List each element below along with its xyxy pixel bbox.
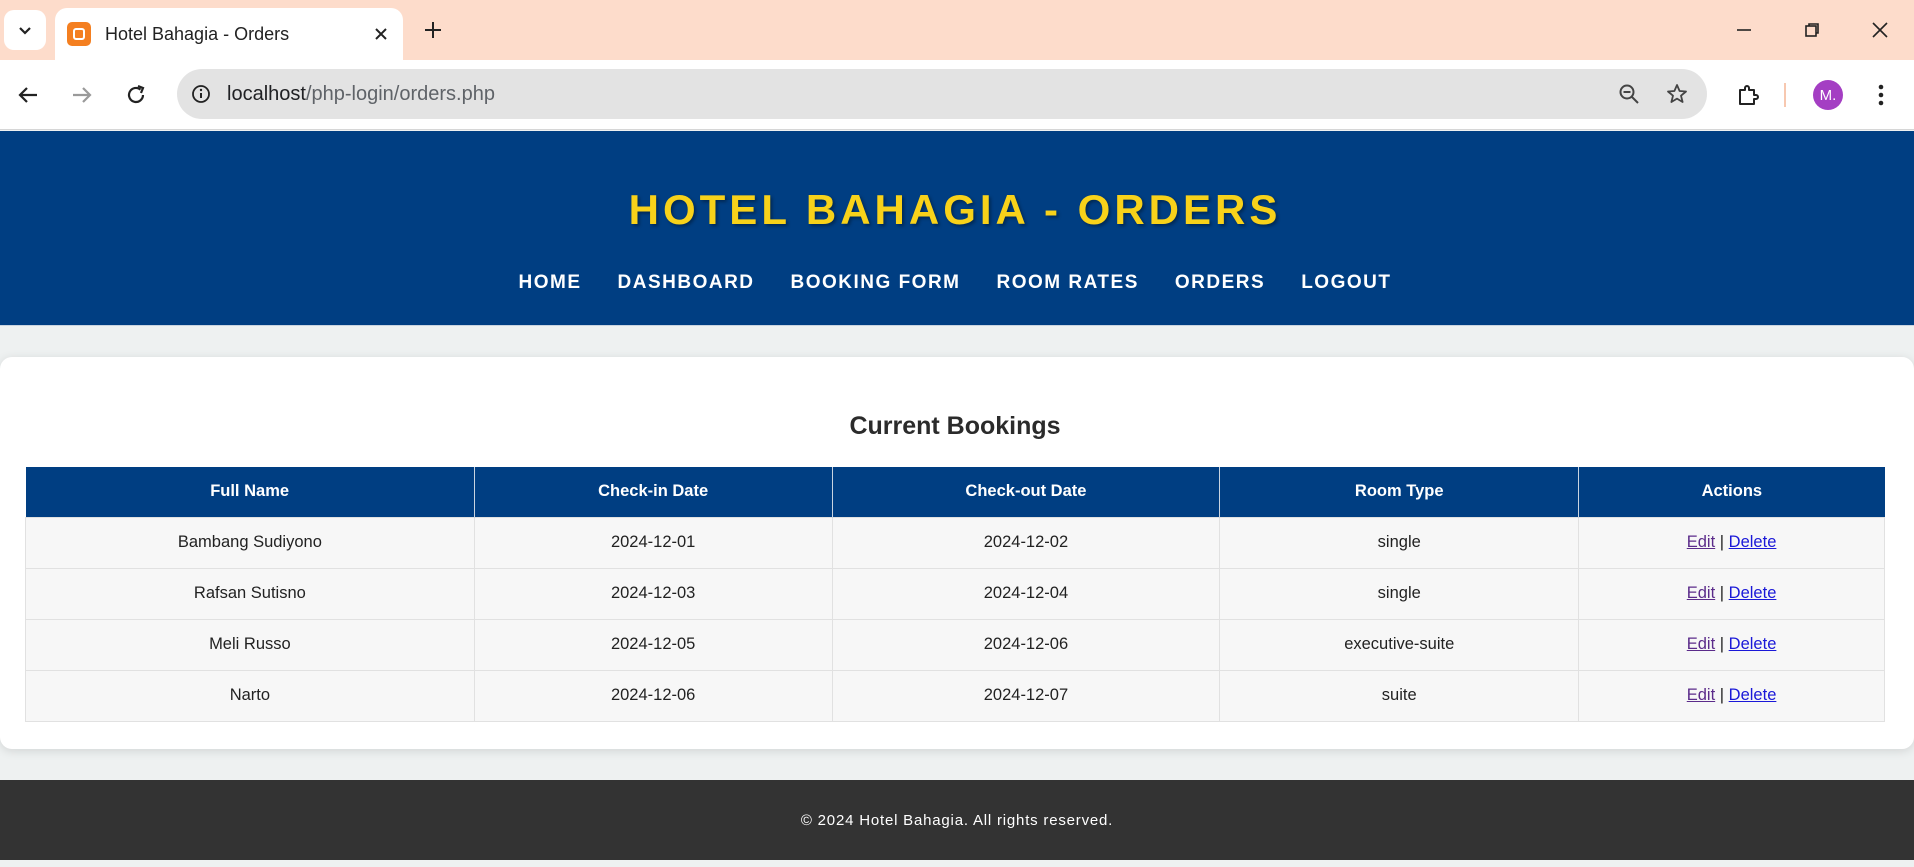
close-icon	[1872, 22, 1888, 38]
bookings-card: Current Bookings Full Name Check-in Date…	[0, 357, 1914, 749]
main-nav: HOME DASHBOARD BOOKING FORM ROOM RATES O…	[0, 272, 1910, 294]
cell-check-in: 2024-12-05	[473, 618, 833, 671]
table-row: Meli Russo 2024-12-05 2024-12-06 executi…	[25, 618, 1885, 671]
action-separator: |	[1719, 686, 1725, 704]
column-header-actions: Actions	[1578, 467, 1885, 517]
tab-close-button[interactable]	[367, 20, 395, 48]
minimize-button[interactable]	[1722, 10, 1766, 50]
tab-title: Hotel Bahagia - Orders	[105, 23, 290, 44]
tab-search-button[interactable]	[4, 10, 46, 50]
more-vert-icon	[1878, 84, 1884, 106]
cell-check-in: 2024-12-06	[473, 669, 833, 722]
table-row: Narto 2024-12-06 2024-12-07 suite Edit |…	[25, 669, 1885, 722]
cell-actions: Edit | Delete	[1578, 516, 1885, 569]
column-header-check-in: Check-in Date	[474, 467, 833, 517]
close-icon	[375, 28, 387, 40]
cell-check-in: 2024-12-01	[473, 516, 833, 569]
cell-actions: Edit | Delete	[1578, 567, 1885, 620]
column-header-full-name: Full Name	[25, 467, 475, 517]
star-icon	[1667, 84, 1687, 103]
chevron-down-icon	[19, 27, 31, 35]
cell-room-type: single	[1219, 516, 1580, 569]
close-window-button[interactable]	[1858, 10, 1902, 50]
edit-link[interactable]: Edit	[1687, 533, 1715, 551]
arrow-right-icon	[73, 87, 92, 103]
plus-icon	[425, 22, 441, 38]
url-host: localhost	[227, 82, 306, 105]
cell-room-type: single	[1219, 567, 1580, 620]
cell-full-name: Bambang Sudiyono	[25, 516, 475, 569]
site-info-button[interactable]	[187, 80, 215, 108]
cell-check-out: 2024-12-04	[831, 567, 1221, 620]
delete-link[interactable]: Delete	[1729, 533, 1777, 551]
bookings-heading: Current Bookings	[849, 412, 1061, 440]
column-header-check-out: Check-out Date	[832, 467, 1221, 517]
info-icon	[192, 85, 210, 103]
site-header: HOTEL BAHAGIA - ORDERS HOME DASHBOARD BO…	[0, 131, 1914, 326]
new-tab-button[interactable]	[417, 14, 449, 46]
profile-avatar[interactable]: M.	[1813, 80, 1843, 110]
url-path: /php-login/orders.php	[305, 82, 495, 105]
cell-full-name: Rafsan Sutisno	[25, 567, 475, 620]
toolbar-separator	[1784, 83, 1786, 107]
action-separator: |	[1719, 533, 1725, 551]
browser-tab-bar: Hotel Bahagia - Orders	[0, 0, 1914, 60]
browser-tab-active[interactable]: Hotel Bahagia - Orders	[55, 8, 403, 60]
nav-booking-form[interactable]: BOOKING FORM	[791, 272, 961, 294]
cell-check-in: 2024-12-03	[473, 567, 833, 620]
action-separator: |	[1719, 584, 1725, 602]
column-header-room-type: Room Type	[1219, 467, 1580, 517]
restore-icon	[1805, 23, 1819, 37]
nav-room-rates[interactable]: ROOM RATES	[997, 272, 1139, 294]
arrow-left-icon	[18, 87, 37, 103]
extensions-button[interactable]	[1730, 77, 1766, 113]
nav-orders[interactable]: ORDERS	[1175, 272, 1265, 294]
cell-actions: Edit | Delete	[1578, 669, 1885, 722]
zoom-out-icon	[1619, 84, 1639, 104]
browser-toolbar: localhost/php-login/orders.php M.	[0, 60, 1914, 130]
bookings-table: Full Name Check-in Date Check-out Date R…	[25, 467, 1885, 722]
browser-menu-button[interactable]	[1863, 77, 1899, 113]
table-row: Rafsan Sutisno 2024-12-03 2024-12-04 sin…	[25, 567, 1885, 620]
edit-link[interactable]: Edit	[1687, 584, 1715, 602]
back-button[interactable]	[10, 77, 46, 113]
footer-copyright: © 2024 Hotel Bahagia. All rights reserve…	[800, 811, 1114, 829]
site-footer: © 2024 Hotel Bahagia. All rights reserve…	[0, 780, 1914, 860]
nav-logout[interactable]: LOGOUT	[1301, 272, 1391, 294]
reload-button[interactable]	[118, 77, 154, 113]
delete-link[interactable]: Delete	[1729, 584, 1777, 602]
edit-link[interactable]: Edit	[1687, 686, 1715, 704]
cell-check-out: 2024-12-07	[831, 669, 1221, 722]
puzzle-icon	[1739, 85, 1759, 105]
cell-full-name: Meli Russo	[25, 618, 475, 671]
xampp-favicon-icon	[67, 22, 91, 46]
url-text[interactable]: localhost/php-login/orders.php	[227, 83, 1611, 106]
address-bar[interactable]: localhost/php-login/orders.php	[177, 69, 1707, 119]
delete-link[interactable]: Delete	[1729, 686, 1777, 704]
cell-check-out: 2024-12-06	[831, 618, 1221, 671]
restore-button[interactable]	[1790, 10, 1834, 50]
nav-dashboard[interactable]: DASHBOARD	[618, 272, 755, 294]
edit-link[interactable]: Edit	[1687, 635, 1715, 653]
nav-home[interactable]: HOME	[519, 272, 582, 294]
page-bottom-strip	[0, 860, 1914, 867]
minimize-icon	[1737, 29, 1751, 31]
bookmark-button[interactable]	[1659, 76, 1695, 112]
cell-actions: Edit | Delete	[1578, 618, 1885, 671]
zoom-button[interactable]	[1611, 76, 1647, 112]
delete-link[interactable]: Delete	[1729, 635, 1777, 653]
table-header-row: Full Name Check-in Date Check-out Date R…	[25, 467, 1885, 517]
cell-room-type: suite	[1219, 669, 1580, 722]
action-separator: |	[1719, 635, 1725, 653]
cell-room-type: executive-suite	[1219, 618, 1580, 671]
page-title: HOTEL BAHAGIA - ORDERS	[628, 186, 1282, 233]
cell-full-name: Narto	[25, 669, 475, 722]
forward-button[interactable]	[64, 77, 100, 113]
cell-check-out: 2024-12-02	[831, 516, 1221, 569]
table-row: Bambang Sudiyono 2024-12-01 2024-12-02 s…	[25, 516, 1885, 569]
reload-icon	[127, 84, 145, 104]
